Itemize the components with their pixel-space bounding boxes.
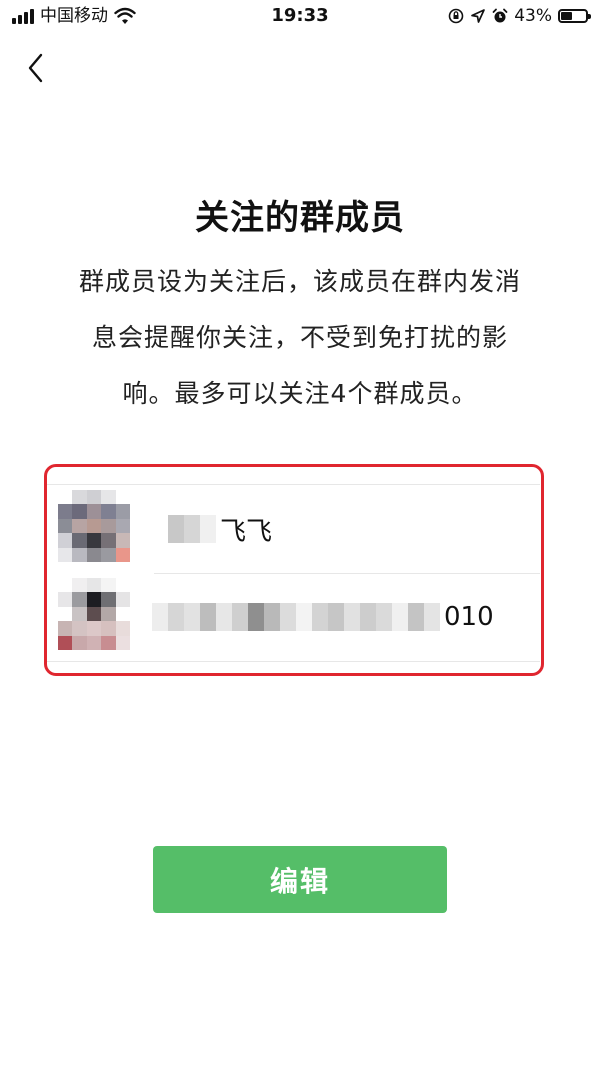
member-name: 010	[152, 599, 494, 635]
edit-button[interactable]: 编辑	[153, 846, 447, 913]
avatar-pixel	[86, 547, 102, 562]
status-bar: 中国移动 19:33 43%	[0, 0, 600, 34]
blurred-name-segment	[152, 515, 216, 543]
blur-pixel	[152, 515, 168, 543]
blur-pixel	[344, 603, 360, 631]
avatar-pixel	[58, 547, 73, 562]
blur-pixel	[168, 515, 184, 543]
avatar-pixel	[72, 635, 87, 650]
avatar-pixel	[72, 547, 87, 562]
orientation-lock-icon	[448, 8, 464, 24]
back-button[interactable]	[18, 50, 54, 86]
member-row[interactable]: 飞飞	[46, 485, 540, 573]
avatar-pixel	[86, 518, 102, 534]
member-avatar	[58, 578, 130, 650]
avatar-pixel	[115, 578, 130, 593]
avatar-pixel	[101, 606, 116, 622]
blur-pixel	[200, 515, 216, 543]
member-name-text: 飞飞	[220, 516, 273, 547]
avatar-pixel	[101, 518, 116, 534]
member-name-text: 010	[444, 602, 494, 632]
blur-pixel	[168, 603, 184, 631]
chevron-left-icon	[28, 53, 43, 83]
avatar-pixel	[58, 606, 73, 622]
avatar-pixel	[115, 533, 130, 548]
battery-icon	[558, 9, 591, 23]
alarm-icon	[492, 8, 508, 23]
avatar-pixel	[115, 504, 130, 519]
avatar-pixel	[86, 592, 102, 607]
followed-members-list: 飞飞 010	[46, 484, 540, 662]
blur-pixel	[424, 603, 440, 631]
status-right: 43%	[448, 6, 591, 26]
avatar-pixel	[72, 621, 87, 636]
avatar-pixel	[101, 547, 116, 562]
avatar-pixel	[72, 518, 87, 534]
avatar-pixel	[72, 578, 87, 593]
avatar-pixel	[115, 518, 130, 534]
avatar-pixel	[101, 533, 116, 548]
avatar-pixel	[115, 606, 130, 622]
blur-pixel	[296, 603, 312, 631]
blur-pixel	[392, 603, 408, 631]
blur-pixel	[280, 603, 296, 631]
avatar-pixel	[86, 490, 102, 505]
avatar-pixel	[58, 533, 73, 548]
page-title: 关注的群成员	[195, 198, 405, 238]
blur-pixel	[408, 603, 424, 631]
avatar-pixel	[72, 533, 87, 548]
avatar-pixel	[115, 547, 130, 562]
avatar-pixel	[58, 490, 73, 505]
blur-pixel	[184, 515, 200, 543]
avatar-pixel	[86, 635, 102, 650]
avatar-pixel	[58, 621, 73, 636]
avatar-pixel	[72, 606, 87, 622]
blur-pixel	[232, 603, 248, 631]
blur-pixel	[328, 603, 344, 631]
battery-fill	[561, 12, 573, 20]
avatar-pixel	[86, 621, 102, 636]
avatar-pixel	[101, 490, 116, 505]
avatar-pixel	[101, 592, 116, 607]
avatar-pixel	[72, 592, 87, 607]
blur-pixel	[216, 603, 232, 631]
member-name: 飞飞	[152, 511, 272, 547]
member-avatar	[58, 490, 130, 562]
avatar-pixel	[101, 504, 116, 519]
member-row[interactable]: 010	[46, 573, 540, 661]
avatar-pixel	[115, 490, 130, 505]
blur-pixel	[264, 603, 280, 631]
avatar-pixel	[72, 504, 87, 519]
avatar-pixel	[115, 635, 130, 650]
blur-pixel	[184, 603, 200, 631]
blur-pixel	[360, 603, 376, 631]
avatar-pixel	[101, 635, 116, 650]
blurred-name-segment	[152, 603, 440, 631]
blur-pixel	[152, 603, 168, 631]
avatar-pixel	[58, 504, 73, 519]
avatar-pixel	[101, 578, 116, 593]
page-description: 群成员设为关注后，该成员在群内发消息会提醒你关注，不受到免打扰的影响。最多可以关…	[78, 267, 521, 408]
blur-pixel	[312, 603, 328, 631]
avatar-pixel	[58, 635, 73, 650]
avatar-pixel	[101, 621, 116, 636]
location-icon	[471, 9, 486, 23]
blur-pixel	[200, 603, 216, 631]
battery-percent: 43%	[514, 6, 552, 26]
avatar-pixel	[72, 490, 87, 505]
avatar-pixel	[115, 592, 130, 607]
blur-pixel	[376, 603, 392, 631]
avatar-pixel	[86, 504, 102, 519]
avatar-pixel	[58, 592, 73, 607]
avatar-pixel	[115, 621, 130, 636]
avatar-pixel	[86, 578, 102, 593]
avatar-pixel	[86, 533, 102, 548]
avatar-pixel	[58, 518, 73, 534]
avatar-pixel	[86, 606, 102, 622]
blur-pixel	[248, 603, 264, 631]
avatar-pixel	[58, 578, 73, 593]
